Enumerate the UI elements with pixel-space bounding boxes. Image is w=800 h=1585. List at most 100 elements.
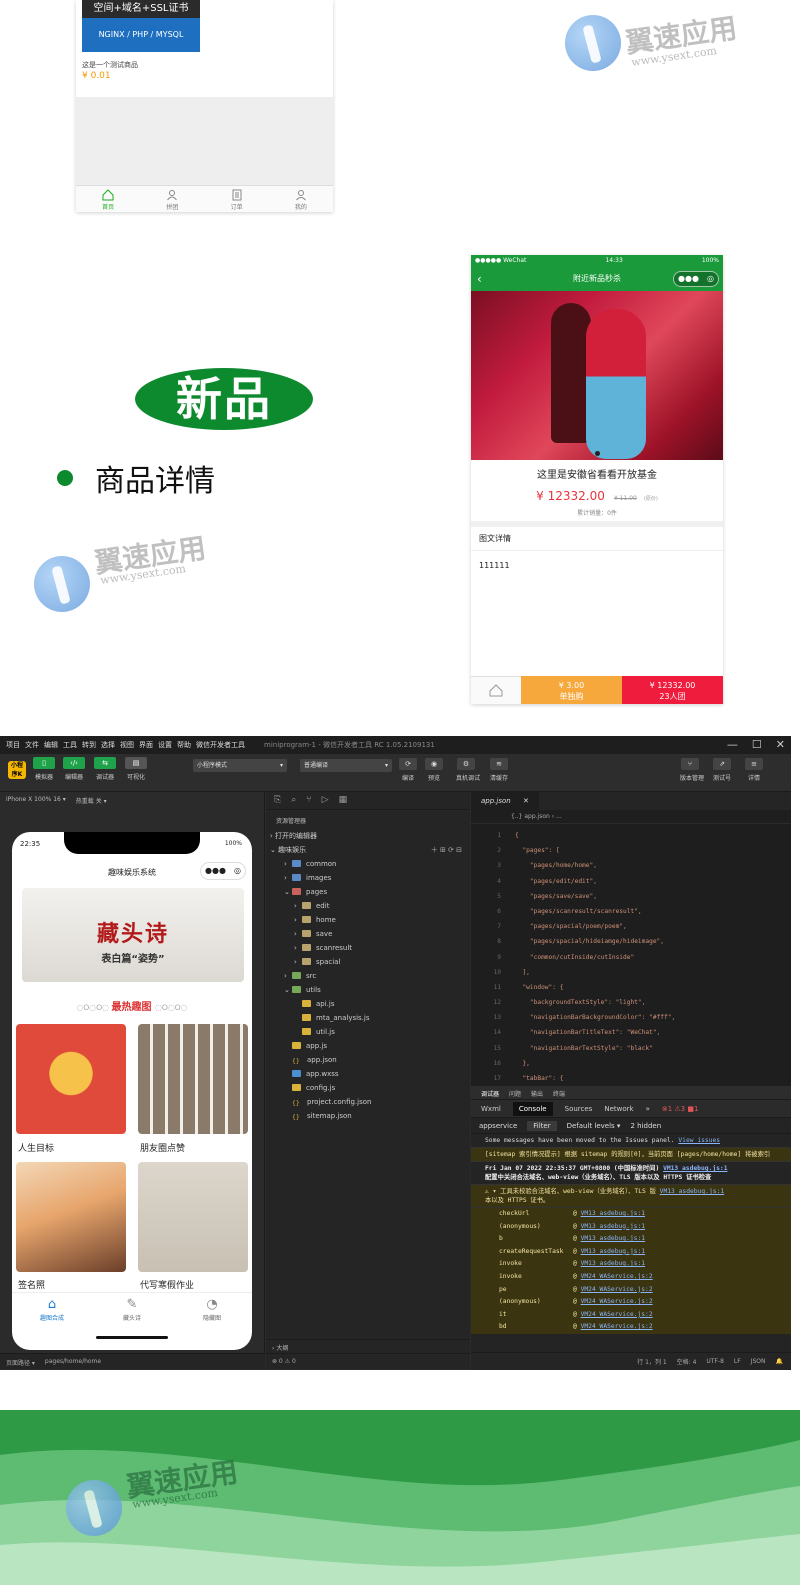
avatar[interactable]: 小程 序K bbox=[8, 761, 26, 779]
new-file-icons[interactable]: ＋ ⊞ ⟳ ⊟ bbox=[431, 843, 470, 857]
tab-more[interactable]: » bbox=[646, 1105, 650, 1113]
bell-icon[interactable]: 🔔 bbox=[776, 1358, 783, 1365]
code-line[interactable]: 4 "pages/edit/edit", bbox=[471, 874, 791, 889]
tree-item[interactable]: › common bbox=[266, 857, 470, 871]
menu-tools[interactable]: 工具 bbox=[63, 740, 77, 750]
tree-item[interactable]: {} project.config.json bbox=[266, 1095, 470, 1109]
filter-input[interactable]: Filter bbox=[527, 1120, 557, 1131]
details-button[interactable]: ≡ 详情 bbox=[744, 758, 764, 782]
card-label-signature[interactable]: 签名照 bbox=[18, 1278, 45, 1291]
stack-source-link[interactable]: VM13 asdebug.js:1 bbox=[581, 1210, 645, 1217]
outline-section[interactable]: › 大纲 bbox=[266, 1339, 470, 1353]
card-label-homework[interactable]: 代写寒假作业 bbox=[140, 1278, 194, 1291]
tree-item[interactable]: › spacial bbox=[266, 955, 470, 969]
menu-view[interactable]: 视图 bbox=[120, 740, 134, 750]
tree-item[interactable]: › save bbox=[266, 927, 470, 941]
card-label-life-goal[interactable]: 人生目标 bbox=[18, 1141, 54, 1154]
tree-item[interactable]: › src bbox=[266, 969, 470, 983]
tab-output[interactable]: 输出 bbox=[531, 1089, 543, 1098]
tree-item[interactable]: › edit bbox=[266, 899, 470, 913]
code-line[interactable]: 17 "tabBar": { bbox=[471, 1071, 791, 1086]
menu-interface[interactable]: 界面 bbox=[139, 740, 153, 750]
tab-home[interactable]: 首页 bbox=[76, 186, 140, 212]
debugger-toggle[interactable]: ⇆ 调试器 bbox=[93, 757, 117, 781]
code-line[interactable]: 8 "pages/spacial/hideiamge/hideimage", bbox=[471, 934, 791, 949]
poem-banner[interactable]: 藏头诗 表白篇“姿势” bbox=[22, 888, 244, 982]
code-line[interactable]: 11 "window": { bbox=[471, 980, 791, 995]
more-dots-icon[interactable]: ●●● bbox=[678, 272, 699, 286]
tab-terminal[interactable]: 终端 bbox=[553, 1089, 565, 1098]
tab-console[interactable]: Console bbox=[512, 1101, 553, 1116]
clear-cache-button[interactable]: ≋ 清缓存 bbox=[489, 758, 509, 782]
editor-toggle[interactable]: ‹/› 编辑器 bbox=[62, 757, 86, 781]
context-select[interactable]: appservice bbox=[479, 1122, 517, 1130]
code-lines[interactable]: 1{2 "pages": [3 "pages/home/home", 4 "pag… bbox=[471, 824, 791, 1086]
close-icon[interactable]: ✕ bbox=[776, 738, 785, 751]
open-editors-section[interactable]: › 打开的编辑器 bbox=[266, 829, 470, 843]
card-label-moments-likes[interactable]: 朋友圈点赞 bbox=[140, 1141, 185, 1154]
line-ending[interactable]: LF bbox=[734, 1358, 741, 1365]
compile-button[interactable]: ⟳ 编译 bbox=[398, 758, 418, 782]
menu-file[interactable]: 文件 bbox=[25, 740, 39, 750]
close-circle-icon[interactable]: ◎ bbox=[234, 863, 241, 879]
tree-item[interactable]: util.js bbox=[266, 1025, 470, 1039]
problems-summary[interactable]: ⊗ 0 ⚠ 0 bbox=[266, 1353, 470, 1369]
tab-compose[interactable]: ⌂ 趣图合成 bbox=[12, 1293, 92, 1328]
project-root[interactable]: ⌄ 趣味娱乐＋ ⊞ ⟳ ⊟ bbox=[266, 843, 470, 857]
group-buy-button[interactable]: ¥ 12332.00 23人团 bbox=[622, 676, 723, 704]
product-banner[interactable]: 空间+域名+SSL证书 NGINX / PHP / MYSQL bbox=[82, 0, 200, 52]
tree-item[interactable]: › home bbox=[266, 913, 470, 927]
home-button[interactable] bbox=[471, 676, 521, 704]
card-image-signature[interactable] bbox=[16, 1162, 126, 1272]
menu-devtools[interactable]: 微信开发者工具 bbox=[196, 740, 245, 750]
remote-debug-button[interactable]: ⚙ 真机调试 bbox=[456, 758, 480, 782]
tree-item[interactable]: app.js bbox=[266, 1039, 470, 1053]
code-line[interactable]: 2 "pages": [ bbox=[471, 843, 791, 858]
hotreload-select[interactable]: 热重载 关 ▾ bbox=[76, 796, 107, 805]
tree-item[interactable]: config.js bbox=[266, 1081, 470, 1095]
code-line[interactable]: 13 "navigationBarBackgroundColor": "#fff… bbox=[471, 1010, 791, 1025]
tab-debugger[interactable]: 调试器 bbox=[481, 1089, 499, 1098]
capsule-menu[interactable]: ●●● ◎ bbox=[673, 271, 719, 287]
issue-counts[interactable]: ⊗1 ⚠3 ■1 bbox=[662, 1105, 699, 1113]
language-mode[interactable]: JSON bbox=[751, 1358, 766, 1365]
stack-source-link[interactable]: VM24 WAService.js:2 bbox=[581, 1286, 653, 1293]
tree-item[interactable]: app.wxss bbox=[266, 1067, 470, 1081]
extensions-icon[interactable]: ▦ bbox=[339, 795, 348, 806]
stack-source-link[interactable]: VM24 WAService.js:2 bbox=[581, 1311, 653, 1318]
visual-toggle[interactable]: ▤ 可视化 bbox=[124, 757, 148, 781]
tab-problems[interactable]: 问题 bbox=[509, 1089, 521, 1098]
tree-item[interactable]: ⌄ utils bbox=[266, 983, 470, 997]
levels-select[interactable]: Default levels ▾ bbox=[567, 1122, 621, 1130]
capsule-menu[interactable]: ●●● ◎ bbox=[200, 862, 246, 880]
branch-icon[interactable]: ⑂ bbox=[306, 795, 311, 806]
tab-poem[interactable]: ✎ 藏头诗 bbox=[92, 1293, 172, 1328]
debug-icon[interactable]: ▷ bbox=[322, 795, 329, 806]
code-line[interactable]: 1{ bbox=[471, 828, 791, 843]
stack-source-link[interactable]: VM24 WAService.js:2 bbox=[581, 1323, 653, 1330]
menu-select[interactable]: 选择 bbox=[101, 740, 115, 750]
tab-mine[interactable]: 我的 bbox=[269, 186, 333, 212]
code-line[interactable]: 3 "pages/home/home", bbox=[471, 858, 791, 873]
version-button[interactable]: ⑂ 版本管理 bbox=[680, 758, 704, 782]
tree-item[interactable]: ⌄ pages bbox=[266, 885, 470, 899]
preview-button[interactable]: ◉ 预览 bbox=[424, 758, 444, 782]
page-path-select[interactable]: 页面路径 ▾ bbox=[6, 1358, 35, 1367]
tab-wxml[interactable]: Wxml bbox=[481, 1105, 501, 1113]
back-arrow-icon[interactable]: ‹ bbox=[477, 267, 482, 291]
tree-item[interactable]: {} sitemap.json bbox=[266, 1109, 470, 1123]
cursor-position[interactable]: 行 1，列 1 bbox=[637, 1357, 666, 1366]
tab-orders[interactable]: 订单 bbox=[205, 186, 269, 212]
code-line[interactable]: 10 ], bbox=[471, 965, 791, 980]
source-link[interactable]: VM13 asdebug.js:1 bbox=[660, 1188, 724, 1195]
tree-item[interactable]: › images bbox=[266, 871, 470, 885]
source-link[interactable]: VM13 asdebug.js:1 bbox=[663, 1165, 727, 1172]
code-line[interactable]: 14 "navigationBarTitleText": "WeChat", bbox=[471, 1025, 791, 1040]
stack-source-link[interactable]: VM24 WAService.js:2 bbox=[581, 1298, 653, 1305]
code-line[interactable]: 15 "navigationBarTextStyle": "black" bbox=[471, 1041, 791, 1056]
simulator-toggle[interactable]: ▯ 模拟器 bbox=[32, 757, 56, 781]
code-line[interactable]: 5 "pages/save/save", bbox=[471, 889, 791, 904]
card-image-homework[interactable] bbox=[138, 1162, 248, 1272]
menu-settings[interactable]: 设置 bbox=[158, 740, 172, 750]
menu-goto[interactable]: 转到 bbox=[82, 740, 96, 750]
